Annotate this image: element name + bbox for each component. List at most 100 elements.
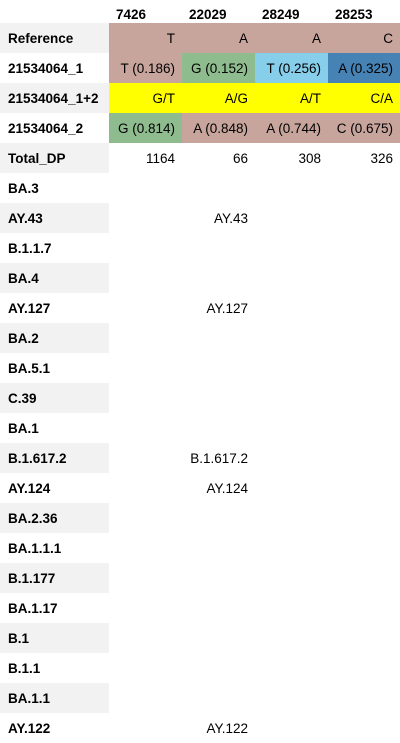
allele-cell: A (0.325) [328,53,400,83]
depth-cell: 326 [370,150,393,166]
depth-cell: 308 [298,150,321,166]
lineage-empty-cell [109,443,182,473]
lineage-row: C.39 [0,383,400,413]
lineage-label: AY.43 [0,203,109,233]
lineage-match-cell [182,263,255,293]
lineage-empty-cell [328,443,400,473]
lineage-match-cell: AY.43 [213,210,248,226]
lineage-match-cell [182,233,255,263]
lineage-match-cell: B.1.617.2 [190,450,248,466]
lineage-row: BA.4 [0,263,400,293]
lineage-empty-cell [109,623,182,653]
lineage-label: B.1.617.2 [0,443,109,473]
row-label: 21534064_1+2 [0,83,109,113]
variant-lineage-table: 7426 22029 28249 28253 Reference T A A C… [0,0,400,743]
position-header: 7426 [109,0,182,23]
lineage-row: AY.122 AY.122 [0,713,400,743]
reference-row: Reference T A A C [0,23,400,53]
lineage-empty-cell [255,203,328,233]
lineage-empty-cell [328,293,400,323]
lineage-label: B.1 [0,623,109,653]
lineage-empty-cell [328,593,400,623]
lineage-match-cell [182,503,255,533]
lineage-label: BA.1 [0,413,109,443]
lineage-empty-cell [255,713,328,743]
lineage-label: BA.4 [0,263,109,293]
lineage-empty-cell [109,323,182,353]
genotype-cell: A/T [255,83,328,113]
lineage-empty-cell [255,263,328,293]
lineage-match-cell [182,653,255,683]
lineage-empty-cell [255,533,328,563]
genotype-cell: C/A [328,83,400,113]
lineage-empty-cell [109,713,182,743]
lineage-row: B.1.1 [0,653,400,683]
lineage-label: BA.1.17 [0,593,109,623]
lineage-match-cell [182,353,255,383]
position-header: 28253 [328,0,400,23]
lineage-label: AY.122 [0,713,109,743]
lineage-empty-cell [255,233,328,263]
lineage-label: BA.5.1 [0,353,109,383]
lineage-label: B.1.177 [0,563,109,593]
lineage-empty-cell [328,353,400,383]
lineage-empty-cell [255,473,328,503]
lineage-empty-cell [109,203,182,233]
lineage-empty-cell [109,413,182,443]
lineage-label: BA.2 [0,323,109,353]
row-label: Total_DP [0,143,109,173]
lineage-label: C.39 [0,383,109,413]
combined-row: 21534064_1+2 G/T A/G A/T C/A [0,83,400,113]
lineage-label: BA.3 [0,173,109,203]
lineage-match-cell: AY.122 [206,720,248,736]
lineage-empty-cell [255,563,328,593]
lineage-empty-cell [328,713,400,743]
allele-cell: T (0.256) [255,53,328,83]
lineage-row: BA.1 [0,413,400,443]
lineage-label: BA.1.1 [0,683,109,713]
lineage-empty-cell [255,593,328,623]
lineage-label: AY.127 [0,293,109,323]
lineage-rows: BA.3 AY.43 AY.43 B.1.1.7 BA.4 AY.127 AY.127 BA.… [0,173,400,743]
lineage-row: AY.43 AY.43 [0,203,400,233]
reference-allele-cell: A [255,23,328,53]
lineage-label: BA.1.1.1 [0,533,109,563]
lineage-row: AY.127 AY.127 [0,293,400,323]
lineage-match-cell [182,563,255,593]
lineage-empty-cell [328,473,400,503]
row-label: 21534064_2 [0,113,109,143]
lineage-empty-cell [328,323,400,353]
lineage-empty-cell [255,413,328,443]
lineage-empty-cell [109,653,182,683]
lineage-match-cell [182,173,255,203]
lineage-empty-cell [255,323,328,353]
genotype-cell: G/T [109,83,182,113]
depth-cell: 1164 [145,150,175,166]
lineage-row: B.1 [0,623,400,653]
lineage-empty-cell [328,383,400,413]
lineage-empty-cell [255,623,328,653]
allele-cell: C (0.675) [328,113,400,143]
lineage-label: B.1.1.7 [0,233,109,263]
header-row: 7426 22029 28249 28253 [0,0,400,23]
lineage-empty-cell [109,563,182,593]
lineage-row: BA.1.1 [0,683,400,713]
lineage-empty-cell [328,503,400,533]
row-label: 21534064_1 [0,53,109,83]
lineage-empty-cell [328,533,400,563]
allele-cell: A (0.848) [182,113,255,143]
lineage-empty-cell [109,383,182,413]
lineage-empty-cell [328,563,400,593]
lineage-row: BA.3 [0,173,400,203]
lineage-empty-cell [109,233,182,263]
allele-cell: G (0.152) [182,53,255,83]
lineage-empty-cell [328,413,400,443]
lineage-empty-cell [328,173,400,203]
lineage-empty-cell [328,683,400,713]
lineage-match-cell [182,533,255,563]
reference-allele-cell: C [328,23,400,53]
lineage-match-cell [182,683,255,713]
lineage-label: B.1.1 [0,653,109,683]
lineage-row: BA.1.17 [0,593,400,623]
lineage-empty-cell [255,653,328,683]
